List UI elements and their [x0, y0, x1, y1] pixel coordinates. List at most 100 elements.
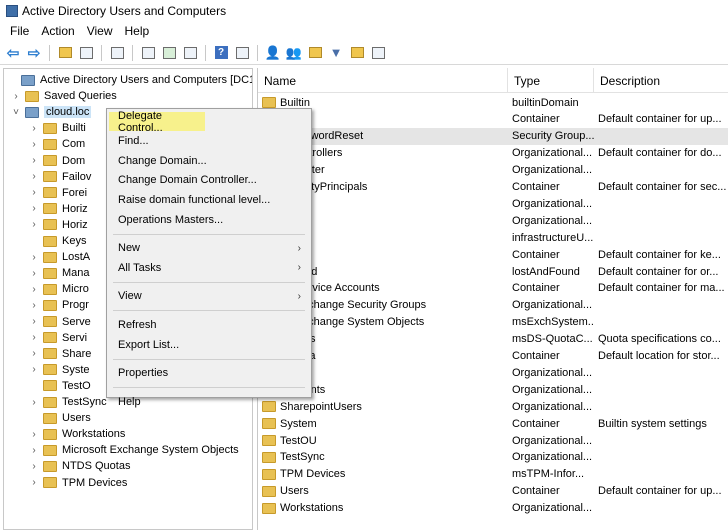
list-row[interactable]: TPM Devices msTPM-Infor... — [258, 466, 728, 483]
column-header-name[interactable]: Name — [258, 68, 508, 93]
list-row[interactable]: oft Exchange Security Groups Organization… — [258, 297, 728, 314]
chevron-right-icon[interactable]: › — [28, 171, 40, 182]
list-row[interactable]: TestSync Organizational... — [258, 449, 728, 466]
copy-icon[interactable] — [108, 44, 126, 62]
list-row[interactable]: nOrganizational... — [258, 195, 728, 212]
chevron-right-icon[interactable]: › — [28, 139, 40, 150]
chevron-right-icon[interactable]: › — [28, 219, 40, 230]
context-item-change-domain[interactable]: Change Domain... — [109, 151, 309, 170]
list-row[interactable]: Container Default container for ke... — [258, 246, 728, 263]
chevron-right-icon[interactable]: › — [28, 364, 40, 375]
list-row[interactable]: Workstations Organizational... — [258, 500, 728, 517]
list-row[interactable]: Users Container Default container for up..… — [258, 483, 728, 500]
list-row[interactable]: erClusterOrganizational... — [258, 162, 728, 179]
context-item-delegate-control[interactable]: Delegate Control... — [109, 110, 205, 134]
context-item-refresh[interactable]: Refresh — [109, 315, 309, 334]
tree-item[interactable]: › Dom — [28, 153, 85, 169]
list-row[interactable]: QuotasmsDS-QuotaC...Quota specifications… — [258, 331, 728, 348]
list-row[interactable]: n ControllersOrganizational...Default co… — [258, 145, 728, 162]
add-user-icon[interactable]: 👤 — [264, 44, 282, 62]
tree-item[interactable]: Active Directory Users and Computers [DC… — [6, 72, 252, 88]
list-row[interactable]: oft Exchange System Objects msExchSystem.… — [258, 314, 728, 331]
delegate-icon[interactable] — [369, 44, 387, 62]
properties-icon[interactable] — [139, 44, 157, 62]
add-group-icon[interactable]: 👥 — [285, 44, 303, 62]
chevron-right-icon[interactable]: › — [28, 348, 40, 359]
tree-item[interactable]: › Servi — [28, 330, 87, 346]
chevron-down-icon[interactable]: ˅ — [10, 107, 22, 118]
list-row[interactable]: AccountsOrganizational... — [258, 381, 728, 398]
tree-item[interactable]: › TestSync — [28, 394, 106, 410]
tree-item[interactable]: › Forei — [28, 185, 87, 201]
tree-item[interactable]: TestO — [28, 378, 91, 394]
context-item-view[interactable]: View › — [109, 287, 309, 306]
chevron-right-icon[interactable]: › — [28, 477, 40, 488]
chevron-right-icon[interactable]: › — [28, 284, 40, 295]
tree-item[interactable]: › LostA — [28, 249, 90, 265]
list-row[interactable]: SharepointUsers Organizational... — [258, 398, 728, 415]
tree-item[interactable]: › TPM Devices — [28, 475, 127, 491]
list-row[interactable]: m DataContainerDefault location for stor… — [258, 348, 728, 365]
list-row[interactable]: TestOU Organizational... — [258, 432, 728, 449]
tree-item[interactable]: › Progr — [28, 297, 89, 313]
details-list-pane[interactable]: Name Type Description Builtin builtinDoma… — [257, 68, 728, 530]
tree-item[interactable]: › Saved Queries — [10, 88, 116, 104]
tree-item[interactable]: › Microsoft Exchange System Objects — [28, 442, 238, 458]
chevron-right-icon[interactable]: › — [28, 268, 40, 279]
tree-item[interactable]: › Builti — [28, 120, 86, 136]
find-icon[interactable] — [348, 44, 366, 62]
chevron-right-icon[interactable]: › — [28, 445, 40, 456]
forward-arrow-icon[interactable]: ⇨ — [25, 44, 43, 62]
column-header-type[interactable]: Type — [508, 68, 594, 93]
chevron-right-icon[interactable]: › — [28, 123, 40, 134]
menu-file[interactable]: File — [4, 24, 35, 38]
tree-item[interactable]: › Failov — [28, 169, 91, 185]
context-item-find[interactable]: Find... — [109, 132, 309, 151]
chevron-right-icon[interactable]: › — [28, 461, 40, 472]
context-item-operations-masters[interactable]: Operations Masters... — [109, 210, 309, 229]
tree-item[interactable]: › NTDS Quotas — [28, 458, 130, 474]
tree-item[interactable]: › Mana — [28, 265, 89, 281]
tree-item[interactable]: › Workstations — [28, 426, 125, 442]
list-row[interactable]: ed Service Accounts Container Default cont… — [258, 280, 728, 297]
chevron-right-icon[interactable]: › — [28, 155, 40, 166]
up-folder-icon[interactable] — [56, 44, 74, 62]
filter-icon[interactable]: ▼ — [327, 44, 345, 62]
list-row[interactable]: dFoundlostAndFoundDefault container for … — [258, 263, 728, 280]
chevron-right-icon[interactable]: › — [28, 252, 40, 263]
tree-item[interactable]: › Horiz — [28, 201, 87, 217]
tree-item[interactable]: ˅ cloud.loc — [10, 104, 92, 120]
menu-action[interactable]: Action — [35, 24, 80, 38]
list-row[interactable]: _PasswordReset Security Group... — [258, 127, 728, 145]
chevron-right-icon[interactable]: › — [28, 332, 40, 343]
context-item-help[interactable]: Help — [109, 392, 309, 411]
chevron-right-icon[interactable]: › — [28, 397, 40, 408]
context-item-new[interactable]: New › — [109, 239, 309, 258]
list-row[interactable]: SecurityPrincipals Container Default conta… — [258, 179, 728, 196]
chevron-right-icon[interactable]: › — [28, 316, 40, 327]
list-row[interactable]: tersContainerDefault container for up... — [258, 111, 728, 128]
context-item-all-tasks[interactable]: All Tasks › — [109, 258, 309, 277]
context-item-change-domain-controller[interactable]: Change Domain Controller... — [109, 171, 309, 190]
chevron-right-icon[interactable]: › — [28, 187, 40, 198]
menu-view[interactable]: View — [81, 24, 119, 38]
tree-item[interactable]: › Micro — [28, 281, 89, 297]
tree-item[interactable]: Users — [28, 410, 91, 426]
tree-item[interactable]: › Syste — [28, 362, 89, 378]
tree-item[interactable]: › Horiz — [28, 217, 87, 233]
tree-item[interactable]: › Serve — [28, 314, 90, 330]
back-arrow-icon[interactable]: ⇦ — [4, 44, 22, 62]
list-row[interactable]: Builtin builtinDomain — [258, 94, 728, 111]
context-item-raise-domain-functional-level[interactable]: Raise domain functional level... — [109, 190, 309, 209]
menu-help[interactable]: Help — [119, 24, 156, 38]
help-icon[interactable]: ? — [212, 44, 230, 62]
chevron-right-icon[interactable]: › — [28, 429, 40, 440]
list-row[interactable]: System Container Builtin system settings — [258, 415, 728, 432]
list-row[interactable]: uctureinfrastructureU... — [258, 229, 728, 246]
context-item-export-list[interactable]: Export List... — [109, 335, 309, 354]
add-ou-icon[interactable] — [306, 44, 324, 62]
column-header-description[interactable]: Description — [594, 68, 728, 93]
chevron-right-icon[interactable]: › — [10, 91, 22, 102]
list-row[interactable]: Organizational... — [258, 364, 728, 381]
chevron-right-icon[interactable]: › — [28, 203, 40, 214]
